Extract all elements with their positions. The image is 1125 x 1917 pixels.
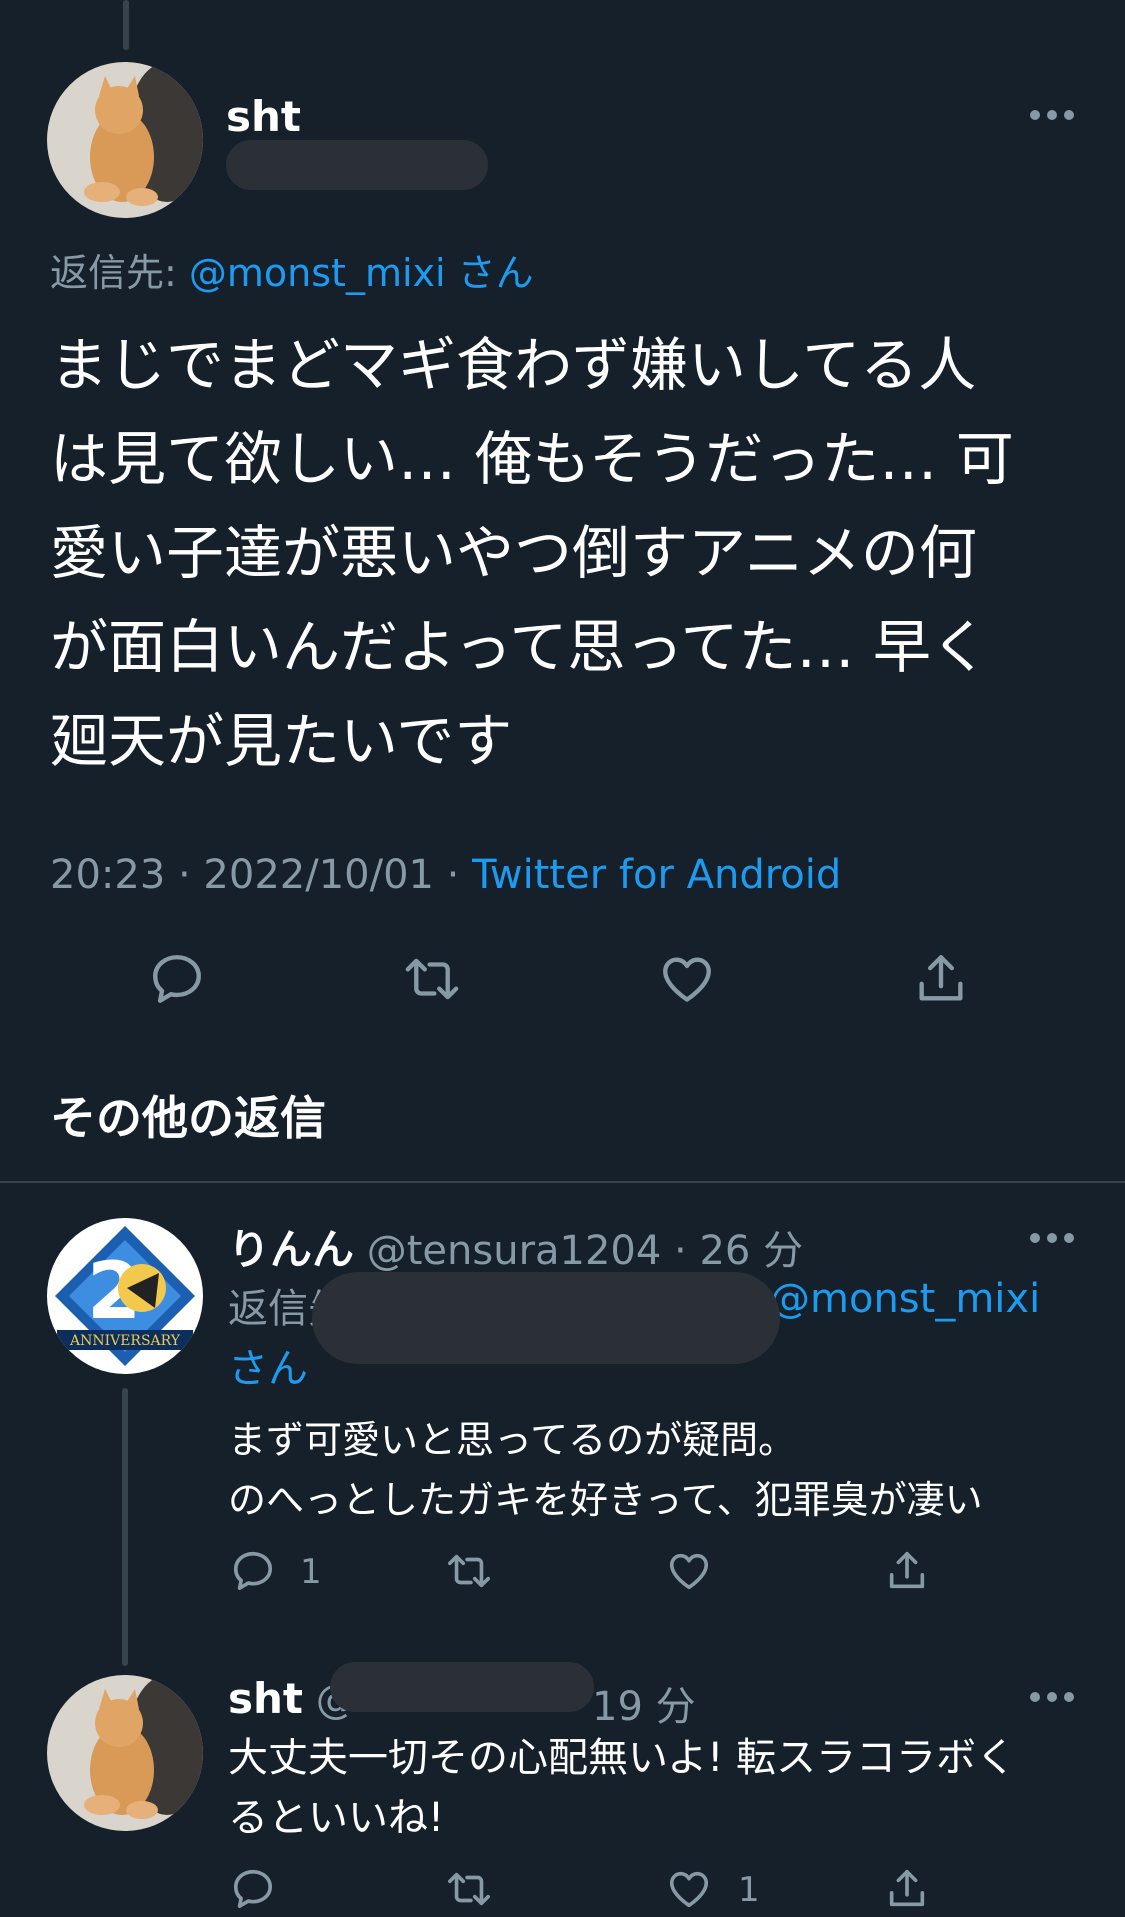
reply-text-line: 大丈夫一切その心配無いよ! 転スラコラボく — [228, 1735, 1016, 1781]
tweet-text: まじでまどマギ食わず嫌いしてる人 は見て欲しい… 俺もそうだった… 可 愛い子達… — [50, 318, 1014, 788]
more-options-button[interactable] — [1030, 110, 1074, 120]
reply-text: 大丈夫一切その心配無いよ! 転スラコラボく るといいね! — [228, 1728, 1016, 1848]
reply-header: りんん @tensura1204 · 26 分 — [228, 1216, 803, 1277]
tweet-source-link[interactable]: Twitter for Android — [472, 852, 841, 898]
thread-line-top — [123, 0, 129, 50]
redacted-handle — [330, 1662, 594, 1712]
more-options-button[interactable] — [1030, 1692, 1074, 1702]
reply-count: 1 — [300, 1552, 322, 1592]
share-icon[interactable] — [882, 1548, 932, 1594]
reply-to-handle-link[interactable]: @monst_mixi — [770, 1276, 1040, 1322]
retweet-icon[interactable] — [442, 1866, 496, 1912]
reply-to-line: 返信先: @monst_mixi さん — [50, 242, 534, 297]
like-icon[interactable] — [656, 950, 718, 1008]
retweet-icon[interactable] — [442, 1548, 496, 1594]
reply-text-line: るといいね! — [228, 1795, 445, 1841]
reply-to-handle-link[interactable]: @monst_mixi — [189, 251, 446, 295]
tweet-text-line: まじでまどマギ食わず嫌いしてる人 — [50, 331, 977, 399]
tweet-text-line: 廻天が見たいです — [50, 707, 513, 775]
avatar[interactable]: 2 ANNIVERSARY — [47, 1218, 203, 1374]
section-title: その他の返信 — [50, 1091, 326, 1145]
thread-line — [122, 1388, 128, 1666]
reply-text-line: のへっとしたガキを好きって、犯罪臭が凄い — [228, 1478, 983, 1522]
reply-author-name[interactable]: りんん — [228, 1225, 354, 1274]
more-options-button[interactable] — [1030, 1233, 1074, 1243]
retweet-icon[interactable] — [398, 950, 466, 1008]
reply-author-name[interactable]: sht — [228, 1674, 303, 1723]
anniversary-avatar-icon: 2 ANNIVERSARY — [47, 1218, 203, 1374]
like-count: 1 — [738, 1870, 760, 1910]
avatar[interactable] — [47, 1675, 203, 1831]
reply-text: まず可愛いと思ってるのが疑問。 のへっとしたガキを好きって、犯罪臭が凄い — [228, 1410, 983, 1530]
reply-icon[interactable] — [228, 1548, 278, 1594]
cat-avatar-icon — [47, 62, 203, 218]
divider — [0, 1181, 1125, 1183]
reply-time: 19 分 — [592, 1684, 696, 1730]
tweet-text-line: 愛い子達が悪いやつ倒すアニメの何 — [50, 519, 977, 587]
cat-avatar-icon — [47, 1675, 203, 1831]
reply-to-suffix: さん — [228, 1346, 308, 1392]
like-icon[interactable] — [664, 1548, 714, 1594]
like-icon[interactable] — [664, 1866, 714, 1912]
redacted-mentions — [312, 1272, 780, 1364]
tweet-timestamp: 20:23 · 2022/10/01 · — [50, 852, 473, 898]
tweet-text-line: が面白いんだよって思ってた… 早く — [50, 613, 989, 681]
reply-icon[interactable] — [146, 950, 208, 1008]
avatar[interactable] — [47, 62, 203, 218]
share-icon[interactable] — [882, 1866, 932, 1912]
redacted-handle — [226, 140, 488, 190]
reply-icon[interactable] — [228, 1866, 278, 1912]
reply-text-line: まず可愛いと思ってるのが疑問。 — [228, 1418, 797, 1462]
svg-text:ANNIVERSARY: ANNIVERSARY — [69, 1333, 181, 1349]
tweet-meta: 20:23 · 2022/10/01 · Twitter for Android — [50, 852, 841, 898]
tweet-text-line: は見て欲しい… 俺もそうだった… 可 — [50, 425, 1014, 493]
reply-handle-time: @tensura1204 · 26 分 — [366, 1228, 804, 1274]
reply-to-suffix: さん — [445, 251, 534, 295]
reply-to-label: 返信先: — [50, 251, 189, 295]
author-name[interactable]: sht — [226, 92, 301, 141]
share-icon[interactable] — [910, 950, 972, 1008]
